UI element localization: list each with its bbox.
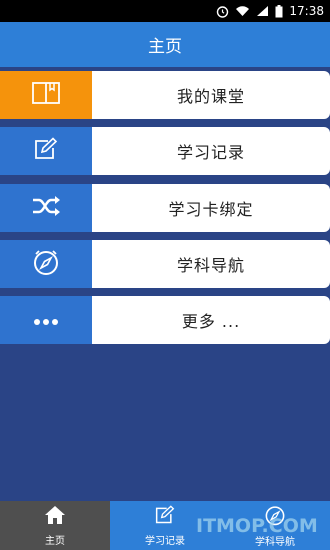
- menu-item-label: 学习记录: [92, 127, 330, 175]
- alarm-icon: [216, 5, 229, 18]
- menu-item-study-record[interactable]: 学习记录: [0, 127, 330, 175]
- menu-icon-box: [0, 127, 92, 175]
- menu-item-more[interactable]: 更多 ...: [0, 296, 330, 344]
- bottom-nav: 主页 学习记录 学科导航: [0, 501, 330, 550]
- battery-icon: [275, 4, 283, 18]
- nav-tab-label: 学习记录: [145, 535, 185, 547]
- edit-icon: [33, 137, 59, 165]
- compass-icon: [32, 248, 60, 280]
- menu-item-label: 学科导航: [92, 240, 330, 288]
- nav-tab-label: 主页: [45, 535, 65, 547]
- wifi-icon: [235, 5, 250, 17]
- menu-icon-box: [0, 296, 92, 344]
- status-time: 17:38: [289, 4, 324, 18]
- book-icon: [31, 81, 61, 109]
- home-icon: [44, 505, 66, 528]
- nav-tab-label: 学科导航: [255, 536, 295, 548]
- shuffle-icon: [31, 195, 61, 221]
- menu-item-subject-navigation[interactable]: 学科导航: [0, 240, 330, 288]
- app-bar: 主页: [0, 22, 330, 67]
- page-title: 主页: [148, 37, 182, 57]
- nav-tab-study-record[interactable]: 学习记录: [110, 501, 220, 550]
- menu-icon-box: [0, 184, 92, 232]
- signal-icon: [256, 5, 269, 17]
- menu-item-label: 更多 ...: [92, 296, 330, 344]
- menu-item-label: 我的课堂: [92, 71, 330, 119]
- compass-icon: [264, 504, 286, 529]
- nav-tab-home[interactable]: 主页: [0, 501, 110, 550]
- status-bar: 17:38: [0, 0, 330, 22]
- menu-item-card-binding[interactable]: 学习卡绑定: [0, 184, 330, 232]
- edit-icon: [154, 504, 176, 528]
- more-icon: [33, 311, 59, 330]
- menu-icon-box: [0, 240, 92, 288]
- menu-item-label: 学习卡绑定: [92, 184, 330, 232]
- menu-icon-box: [0, 71, 92, 119]
- nav-tab-subject-navigation[interactable]: 学科导航: [220, 501, 330, 550]
- menu-item-my-classroom[interactable]: 我的课堂: [0, 71, 330, 119]
